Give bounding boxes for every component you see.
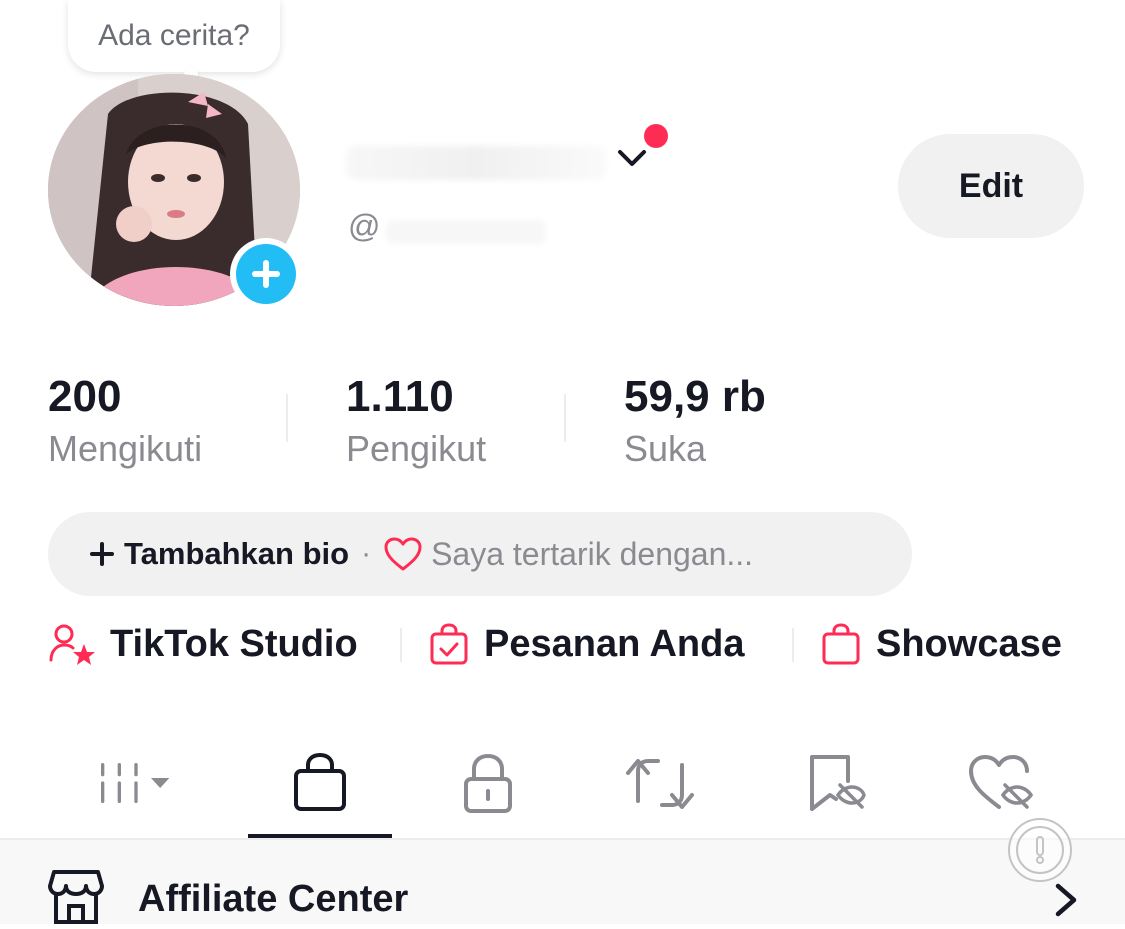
alert-badge[interactable]: [1008, 818, 1072, 882]
stat-followers[interactable]: 1.110 Pengikut: [346, 372, 486, 470]
person-star-icon: [49, 624, 95, 665]
liked-hidden-icon: [969, 755, 1034, 809]
stat-following-label: Mengikuti: [48, 428, 203, 469]
tab-videos[interactable]: [96, 750, 176, 816]
interests-button[interactable]: Saya tertarik dengan...: [383, 536, 753, 573]
tiktok-studio-link[interactable]: TikTok Studio: [48, 616, 358, 672]
heart-icon: [384, 537, 422, 571]
stat-followers-label: Pengikut: [346, 428, 487, 469]
tab-shop[interactable]: [280, 750, 360, 816]
your-orders-label: Pesanan Anda: [484, 622, 745, 665]
lock-icon: [464, 753, 512, 813]
tab-liked[interactable]: [960, 750, 1040, 816]
quick-link-divider: [400, 628, 402, 662]
story-prompt-text: Ada cerita?: [98, 19, 250, 52]
chevron-down-icon[interactable]: [612, 144, 652, 174]
exclamation-icon: [1016, 826, 1064, 874]
add-bio-button[interactable]: Tambahkan bio: [88, 536, 349, 572]
quick-link-divider: [792, 628, 794, 662]
stat-following[interactable]: 200 Mengikuti: [48, 372, 202, 470]
showcase-label: Showcase: [876, 622, 1062, 665]
stat-following-value: 200: [48, 372, 122, 421]
chevron-right-icon: [1050, 880, 1082, 925]
tiktok-studio-label: TikTok Studio: [110, 622, 358, 665]
edit-profile-button[interactable]: Edit: [898, 134, 1084, 238]
tab-private[interactable]: [448, 750, 528, 816]
plus-icon: [90, 542, 114, 566]
order-bag-icon: [430, 623, 468, 665]
edit-profile-label: Edit: [958, 166, 1024, 205]
bio-separator: ·: [361, 537, 372, 570]
shopping-bag-icon: [822, 623, 860, 665]
stat-divider: [286, 394, 288, 442]
storefront-icon: [48, 866, 104, 929]
stat-likes-value: 59,9 rb: [624, 372, 766, 421]
tab-reposts[interactable]: [620, 750, 700, 816]
display-name-redacted: [346, 146, 606, 180]
username-prefix: @: [348, 208, 381, 244]
shop-bag-icon: [294, 752, 346, 811]
videos-grid-icon: [101, 763, 170, 803]
interests-label: Saya tertarik dengan...: [431, 535, 754, 572]
repost-icon: [626, 759, 694, 809]
bio-pill: Tambahkan bio · Saya tertarik dengan...: [48, 512, 912, 596]
affiliate-center-label: Affiliate Center: [138, 878, 409, 920]
stat-divider: [564, 394, 566, 442]
plus-icon: [236, 244, 296, 304]
add-bio-label: Tambahkan bio: [124, 536, 350, 571]
stat-likes-label: Suka: [624, 428, 707, 469]
story-prompt-bubble[interactable]: Ada cerita?: [68, 0, 280, 72]
stat-likes[interactable]: 59,9 rb Suka: [624, 372, 766, 470]
favorites-hidden-icon: [810, 755, 866, 811]
your-orders-link[interactable]: Pesanan Anda: [428, 616, 744, 672]
add-story-button[interactable]: [230, 238, 302, 310]
stat-followers-value: 1.110: [346, 372, 454, 421]
notification-dot: [644, 124, 668, 148]
showcase-link[interactable]: Showcase: [820, 616, 1062, 672]
tab-favorites[interactable]: [794, 750, 874, 816]
username-redacted: [386, 220, 546, 244]
